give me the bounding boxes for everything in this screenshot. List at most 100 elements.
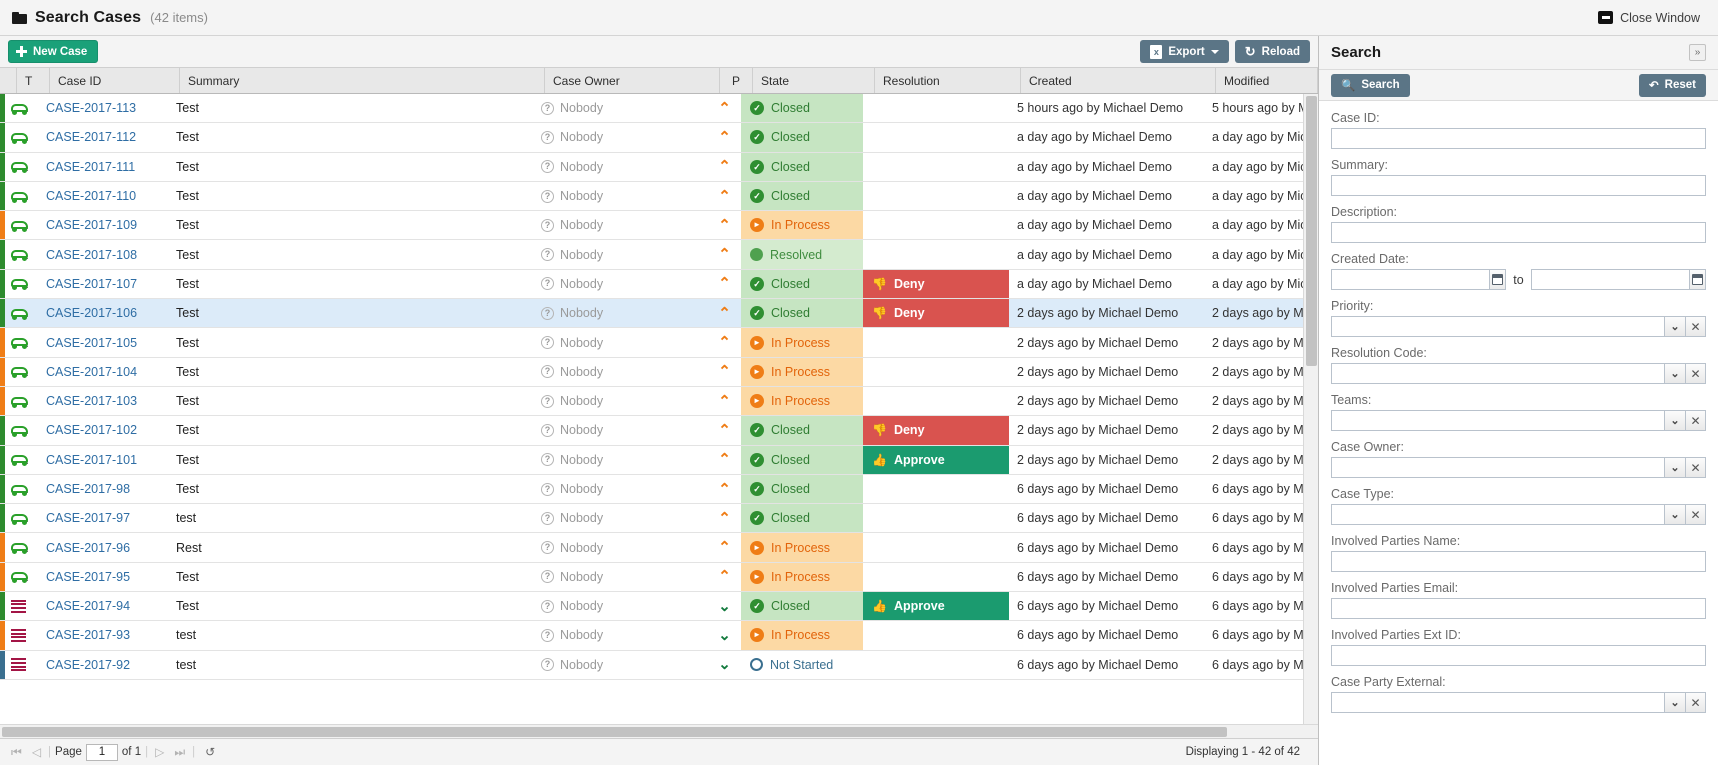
table-row[interactable]: .. CASE-2017-111 Test? Nobody ⌃ ✓ Closed a day … [0, 152, 1318, 182]
table-row[interactable]: .. CASE-2017-105 Test? Nobody ⌃ ► In Process 2 … [0, 328, 1318, 358]
grid-header-modified[interactable]: Modified [1216, 68, 1318, 93]
table-row[interactable]: .. CASE-2017-109 Test? Nobody ⌃ ► In Process a … [0, 211, 1318, 241]
chevron-down-icon[interactable]: ⌄ [1664, 504, 1685, 525]
table-row[interactable]: .. CASE-2017-98 Test? Nobody ⌃ ✓ Closed 6 days … [0, 474, 1318, 505]
grid-header-summary[interactable]: Summary [180, 68, 545, 93]
case-id-link[interactable]: CASE-2017-94 [46, 599, 130, 613]
table-row[interactable]: .. CASE-2017-108 Test? Nobody ⌃ Resolved a day… [0, 240, 1318, 270]
search-field-label: Involved Parties Name: [1331, 534, 1461, 548]
table-row[interactable]: .. CASE-2017-101 Test? Nobody ⌃ ✓ Closed 👍 Appro… [0, 445, 1318, 475]
page-number-input[interactable] [85, 743, 118, 761]
new-case-button[interactable]: New Case [8, 40, 99, 63]
calendar-icon[interactable] [1688, 269, 1706, 290]
table-row[interactable]: .. CASE-2017-97 test? Nobody ⌃ ✓ Closed 6 days … [0, 504, 1318, 534]
grid-header-t[interactable]: T [17, 68, 50, 93]
case-id-link[interactable]: CASE-2017-104 [46, 365, 137, 379]
case-id-link[interactable]: CASE-2017-101 [46, 453, 137, 467]
resolution-code-select-input[interactable] [1331, 363, 1664, 384]
table-row[interactable]: .. CASE-2017-112 Test? Nobody ⌃ ✓ Closed a day … [0, 123, 1318, 153]
case-id-link[interactable]: CASE-2017-96 [46, 541, 130, 555]
grid-header-p[interactable]: P [720, 68, 753, 93]
grid-header-created[interactable]: Created [1021, 68, 1216, 93]
close-icon[interactable]: ✕ [1685, 316, 1706, 337]
case-id-link[interactable]: CASE-2017-103 [46, 394, 137, 408]
priority-select-input[interactable] [1331, 316, 1664, 337]
close-icon[interactable]: ✕ [1685, 410, 1706, 431]
table-row[interactable]: CASE-2017-93 test? Nobody ⌄ ► In Process 6 day… [0, 621, 1318, 651]
case-id-link[interactable]: CASE-2017-106 [46, 306, 137, 320]
chevron-down-icon[interactable]: ⌄ [1664, 692, 1685, 713]
case-id-link[interactable]: CASE-2017-110 [46, 189, 136, 203]
reset-button[interactable]: ↶ Reset [1639, 73, 1706, 97]
grid-horizontal-scrollbar[interactable] [0, 724, 1318, 738]
next-page-button[interactable]: ▷ [152, 745, 167, 759]
check-circle-icon: ✓ [750, 599, 764, 614]
grid-header-case-owner[interactable]: Case Owner [545, 68, 720, 93]
created-date-from-input[interactable] [1331, 269, 1490, 290]
row-state-cell: Not Started [741, 650, 863, 679]
case-id-link[interactable]: CASE-2017-109 [46, 218, 137, 232]
case-id-link[interactable]: CASE-2017-113 [46, 101, 136, 115]
case-id-link[interactable]: CASE-2017-102 [46, 423, 137, 437]
case-type-select-input[interactable] [1331, 504, 1664, 525]
case-id-link[interactable]: CASE-2017-93 [46, 628, 130, 642]
close-icon[interactable]: ✕ [1685, 363, 1706, 384]
teams-select-input[interactable] [1331, 410, 1664, 431]
list-bars-icon [11, 628, 26, 642]
summary-input[interactable] [1331, 175, 1706, 196]
case-owner-select-input[interactable] [1331, 457, 1664, 478]
case-id-link[interactable]: CASE-2017-95 [46, 570, 130, 584]
table-row[interactable]: .. CASE-2017-96 Rest? Nobody ⌃ ► In Process 6 d… [0, 533, 1318, 563]
expand-chevrons-icon[interactable]: » [1689, 44, 1706, 61]
case-party-external-select-input[interactable] [1331, 692, 1664, 713]
table-row[interactable]: .. CASE-2017-113 Test? Nobody ⌃ ✓ Closed 5 hour… [0, 94, 1318, 124]
involved-parties-name-input[interactable] [1331, 551, 1706, 572]
close-window-button[interactable]: Close Window [1598, 11, 1706, 25]
case-id-link[interactable]: CASE-2017-98 [46, 482, 130, 496]
calendar-icon[interactable] [1489, 269, 1507, 290]
close-icon[interactable]: ✕ [1685, 504, 1706, 525]
last-page-button[interactable]: ⏭ [171, 745, 188, 760]
table-row[interactable]: .. CASE-2017-107 Test? Nobody ⌃ ✓ Closed 👎 Deny a… [0, 269, 1318, 300]
export-button[interactable]: x Export [1140, 40, 1229, 63]
case-id-link[interactable]: CASE-2017-97 [46, 511, 130, 525]
created-date-to-input[interactable] [1530, 269, 1689, 290]
case-id-link[interactable]: CASE-2017-105 [46, 336, 137, 350]
grid-vertical-scroll-thumb[interactable] [1306, 96, 1317, 366]
table-row[interactable]: .. CASE-2017-106 Test? Nobody ⌃ ✓ Closed 👎 Deny 2… [0, 299, 1318, 329]
table-row[interactable]: CASE-2017-92 test? Nobody ⌄ Not Started 6 day… [0, 650, 1318, 680]
close-icon[interactable]: ✕ [1685, 457, 1706, 478]
description-input[interactable] [1331, 222, 1706, 243]
row-modified-cell: 2 days ago by Michael Demo [1212, 306, 1318, 321]
table-row[interactable]: .. CASE-2017-103 Test? Nobody ⌃ ► In Process 2 … [0, 386, 1318, 417]
case-id-link[interactable]: CASE-2017-108 [46, 248, 137, 262]
grid-header-resolution[interactable]: Resolution [875, 68, 1021, 93]
grid-vertical-scrollbar[interactable] [1303, 94, 1318, 724]
table-row[interactable]: .. CASE-2017-110 Test? Nobody ⌃ ✓ Closed a day … [0, 181, 1318, 212]
table-row[interactable]: CASE-2017-94 Test? Nobody ⌄ ✓ Closed 👍 Approve 6… [0, 592, 1318, 622]
case-id-link[interactable]: CASE-2017-92 [46, 658, 130, 672]
refresh-icon[interactable]: ↺ [205, 745, 215, 759]
reload-button[interactable]: ↻ Reload [1234, 40, 1310, 63]
prev-page-button[interactable]: ◁ [29, 745, 44, 759]
table-row[interactable]: .. CASE-2017-95 Test? Nobody ⌃ ► In Process 6 d… [0, 562, 1318, 593]
grid-horizontal-scroll-thumb[interactable] [2, 727, 1227, 737]
involved-parties-email-input[interactable] [1331, 598, 1706, 619]
case-id-link[interactable]: CASE-2017-107 [46, 277, 137, 291]
chevron-down-icon[interactable]: ⌄ [1664, 316, 1685, 337]
case-id-link[interactable]: CASE-2017-111 [46, 160, 135, 174]
grid-header-case-id[interactable]: Case ID [50, 68, 180, 93]
search-button[interactable]: 🔍 Search [1331, 73, 1410, 97]
case-id-input[interactable] [1331, 128, 1706, 149]
table-row[interactable]: .. CASE-2017-104 Test? Nobody ⌃ ► In Process 2 … [0, 357, 1318, 387]
chevron-down-icon[interactable]: ⌄ [1664, 363, 1685, 384]
case-id-link[interactable]: CASE-2017-112 [46, 130, 136, 144]
involved-parties-ext-id-input[interactable] [1331, 645, 1706, 666]
chevron-down-icon[interactable]: ⌄ [1664, 457, 1685, 478]
chevron-down-icon[interactable]: ⌄ [1664, 410, 1685, 431]
first-page-button[interactable]: ⏮ [8, 745, 25, 760]
table-row[interactable]: .. CASE-2017-102 Test? Nobody ⌃ ✓ Closed 👎 Deny 2… [0, 416, 1318, 446]
row-owner-cell: ? Nobody [533, 153, 708, 181]
close-icon[interactable]: ✕ [1685, 692, 1706, 713]
grid-header-state[interactable]: State [753, 68, 875, 93]
